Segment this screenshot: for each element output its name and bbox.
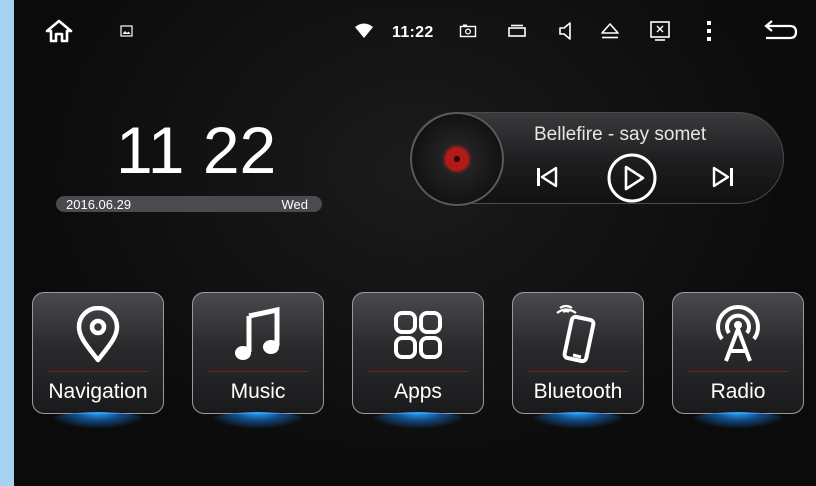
tile-glow [50,412,146,428]
app-label: Music [230,380,286,403]
app-tile-bluetooth[interactable]: Bluetooth [512,292,644,428]
previous-button[interactable] [530,162,564,192]
play-button[interactable] [604,152,660,204]
app-tile-apps[interactable]: Apps [352,292,484,428]
date-bar: 2016.06.29 Wed [56,196,322,212]
location-pin-icon [32,304,164,366]
back-icon[interactable] [760,18,800,44]
radio-tower-icon [672,304,804,366]
eject-icon[interactable] [598,18,622,44]
tile-glow [210,412,306,428]
close-window-icon[interactable] [648,18,672,44]
app-tile-navigation[interactable]: Navigation [32,292,164,428]
music-note-icon [192,304,324,366]
tile-divider [688,371,788,372]
tile-divider [208,371,308,372]
tile-divider [528,371,628,372]
app-label: Navigation [48,380,148,403]
disc-label [445,147,469,171]
head-unit-screen: 11:22 11 22 2016.06.29 Wed Bellefire - s… [14,0,816,486]
bluetooth-phone-icon [512,304,644,366]
tile-glow [370,412,466,428]
tile-glow [530,412,626,428]
wifi-icon [352,18,376,44]
tile-divider [48,371,148,372]
menu-icon[interactable] [702,18,716,44]
next-button[interactable] [706,162,740,192]
weekday-text: Wed [281,196,309,212]
app-tile-radio[interactable]: Radio [672,292,804,428]
tile-divider [368,371,468,372]
tile-glow [690,412,786,428]
previous-icon [537,166,558,188]
recent-apps-icon[interactable] [506,18,528,44]
gallery-icon[interactable] [118,18,134,44]
app-tile-music[interactable]: Music [192,292,324,428]
status-time: 11:22 [392,24,434,41]
music-player-widget[interactable]: Bellefire - say somet [410,112,784,206]
apps-grid-icon [352,304,484,366]
date-text: 2016.06.29 [66,196,132,212]
song-title: Bellefire - say somet [534,124,707,145]
status-bar: 11:22 [14,0,816,62]
app-label: Bluetooth [533,380,623,403]
volume-icon[interactable] [556,18,576,44]
next-icon [712,166,733,188]
play-icon [607,153,657,203]
home-icon[interactable] [44,18,74,44]
app-label: Radio [710,380,766,403]
screenshot-icon[interactable] [458,18,478,44]
vinyl-disc-icon[interactable] [410,112,504,206]
app-label: Apps [394,380,442,403]
clock-display: 11 22 [116,113,277,187]
